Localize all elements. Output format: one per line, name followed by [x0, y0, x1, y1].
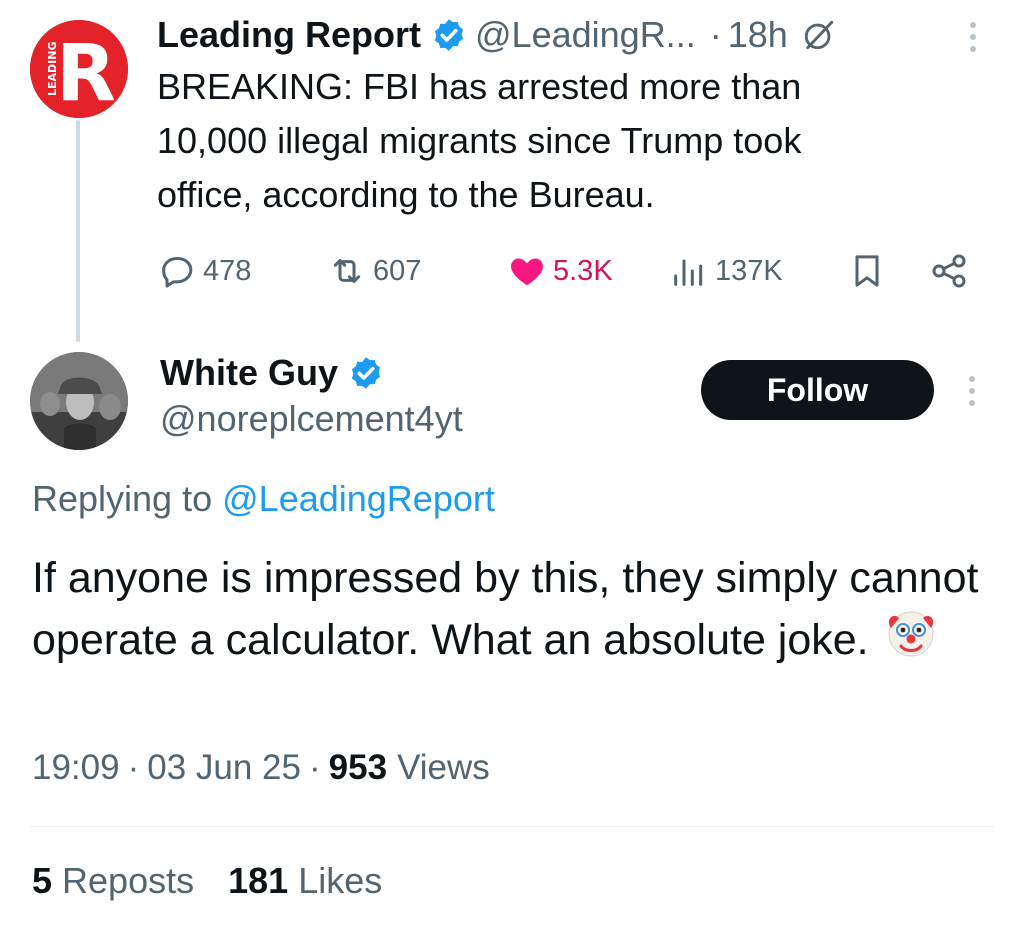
verified-badge-icon [434, 19, 464, 51]
reply-date[interactable]: 03 Jun 25 [147, 748, 301, 788]
thread-line [76, 120, 80, 342]
parent-display-name[interactable]: Leading Report [157, 14, 421, 56]
parent-handle[interactable]: @LeadingR... [475, 14, 696, 56]
reply-tweet-body: If anyone is impressed by this, they sim… [32, 548, 992, 670]
parent-author-row: Leading Report @LeadingR... · 18h [157, 12, 836, 58]
reply-count: 478 [203, 254, 252, 287]
reposts-stat[interactable]: 5 Reposts [32, 860, 194, 902]
like-action[interactable]: 5.3K [507, 246, 613, 296]
white-guy-avatar[interactable] [30, 352, 128, 450]
likes-label: Likes [298, 860, 383, 901]
engagement-stats: 5 Reposts 181 Likes [32, 860, 382, 902]
views-icon [674, 259, 703, 286]
avatar-side-text: LEADING [46, 42, 59, 97]
views-label: Views [397, 748, 490, 787]
avatar-letter: R [56, 29, 116, 118]
meta-separator: · [127, 748, 140, 787]
likes-stat[interactable]: 181 Likes [228, 860, 382, 902]
reply-time[interactable]: 19:09 [32, 748, 120, 788]
stats-divider [30, 826, 994, 827]
reply-tweet-text: If anyone is impressed by this, they sim… [32, 554, 979, 664]
reply-icon [162, 257, 193, 288]
clown-face-icon [888, 611, 934, 657]
replying-to-line: Replying to @LeadingReport [32, 478, 495, 520]
reply-more-icon[interactable] [966, 376, 978, 406]
repost-count: 607 [373, 254, 422, 287]
reply-author-row: White Guy [160, 350, 392, 396]
verified-badge-icon [351, 357, 381, 389]
reply-handle[interactable]: @noreplcement4yt [160, 398, 463, 440]
reply-meta-row: 19:09 · 03 Jun 25 · 953 Views [32, 748, 490, 788]
heart-icon [511, 258, 543, 286]
bookmark-icon [855, 255, 879, 287]
like-count: 5.3K [553, 254, 613, 287]
grok-icon[interactable] [802, 18, 836, 52]
bookmark-action[interactable] [847, 246, 893, 296]
parent-tweet-text: BREAKING: FBI has arrested more than 10,… [157, 66, 802, 215]
replying-mention-link[interactable]: @LeadingReport [222, 478, 495, 519]
share-action[interactable] [929, 246, 975, 296]
views-action[interactable]: 137K [669, 246, 783, 296]
reply-display-name[interactable]: White Guy [160, 352, 338, 394]
parent-time[interactable]: 18h [728, 14, 788, 56]
share-icon [932, 254, 966, 288]
parent-action-bar: 478 607 5.3K 137K [157, 246, 977, 296]
reposts-total: 5 [32, 860, 53, 901]
parent-more-icon[interactable] [967, 22, 979, 52]
likes-total: 181 [228, 860, 289, 901]
leading-report-avatar[interactable]: R LEADING [30, 20, 128, 118]
follow-button[interactable]: Follow [701, 360, 934, 420]
avatar-photo [30, 352, 128, 450]
views-total: 953 [328, 748, 388, 787]
repost-action[interactable]: 607 [327, 246, 421, 296]
separator-dot: · [709, 14, 722, 55]
replying-prefix: Replying to [32, 478, 213, 519]
reply-action[interactable]: 478 [157, 246, 251, 296]
meta-separator: · [309, 748, 321, 787]
views-count: 137K [715, 254, 783, 287]
repost-icon [333, 259, 361, 283]
leading-report-logo: R LEADING [30, 20, 128, 118]
reposts-label: Reposts [62, 860, 195, 901]
